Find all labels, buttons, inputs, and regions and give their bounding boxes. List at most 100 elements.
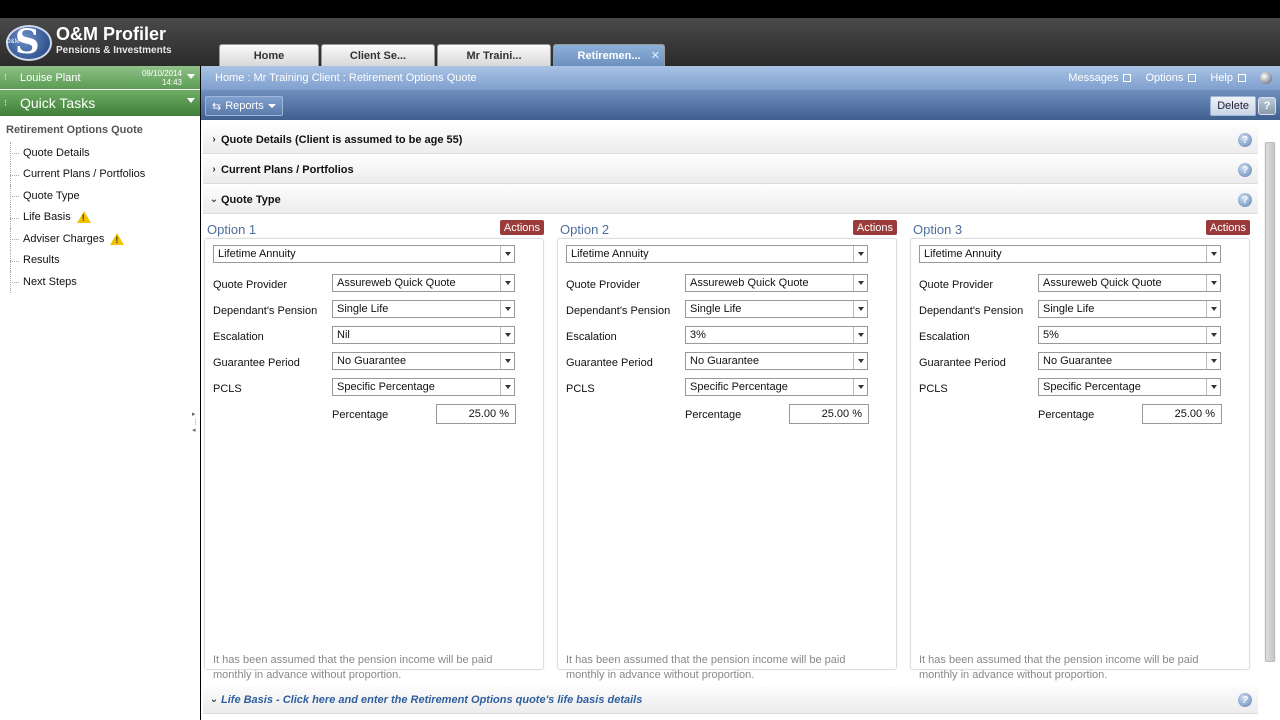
section-quote-type[interactable]: ⌄ Quote Type ? [203,186,1258,214]
section-life-basis[interactable]: ⌄ Life Basis - Click here and enter the … [203,686,1258,714]
tab-bar: Home Client Se... Mr Traini... Retiremen… [219,44,667,66]
assumption-note: It has been assumed that the pension inc… [919,654,1199,681]
escalation-select[interactable]: 3% [685,326,868,344]
options-link[interactable]: Options [1145,72,1197,84]
guarantee-period-label: Guarantee Period [213,357,300,369]
nav-item-next-steps[interactable]: Next Steps [0,271,200,293]
annuity-type-select[interactable]: Lifetime Annuity [919,245,1221,263]
pcls-select[interactable]: Specific Percentage [332,378,515,396]
tab-mr-training[interactable]: Mr Traini... [437,44,551,66]
section-quote-details[interactable]: › Quote Details (Client is assumed to be… [203,126,1258,154]
warning-icon: ! [76,211,91,224]
option-title: Option 1 [207,222,257,237]
nav-item-adviser-charges[interactable]: Adviser Charges ! [0,228,200,250]
annuity-type-select[interactable]: Lifetime Annuity [213,245,515,263]
actions-button[interactable]: Actions [499,220,544,235]
assumption-note: It has been assumed that the pension inc… [213,654,493,681]
assumption-note: It has been assumed that the pension inc… [566,654,846,681]
nav-item-results[interactable]: Results [0,249,200,272]
percentage-input[interactable]: 25.00 % [436,404,516,424]
escalation-label: Escalation [213,331,264,343]
user-name: Louise Plant [20,71,81,84]
guarantee-period-select[interactable]: No Guarantee [685,352,868,370]
nav-title: Retirement Options Quote [6,124,143,136]
guarantee-period-select[interactable]: No Guarantee [1038,352,1221,370]
quote-provider-label: Quote Provider [566,279,640,291]
dependants-pension-label: Dependant's Pension [213,305,318,317]
chevron-down-icon[interactable] [187,98,195,103]
option-title: Option 2 [560,222,610,237]
section-current-plans[interactable]: › Current Plans / Portfolios ? [203,156,1258,184]
nav-list: Quote Details Current Plans / Portfolios… [0,142,200,293]
nav-item-current-plans[interactable]: Current Plans / Portfolios [0,163,200,186]
actions-button[interactable]: Actions [1205,220,1250,235]
quote-provider-select[interactable]: Assureweb Quick Quote [332,274,515,292]
dependants-pension-label: Dependant's Pension [919,305,1024,317]
brand-subtitle: Pensions & Investments [56,45,172,56]
help-link[interactable]: Help [1210,72,1246,84]
tab-client-search[interactable]: Client Se... [321,44,435,66]
nav-item-life-basis[interactable]: Life Basis ! [0,206,200,229]
guarantee-period-select[interactable]: No Guarantee [332,352,515,370]
grip-icon: ⁝ [4,72,7,82]
panel-splitter[interactable]: ▸ ⋮ ◂ [192,410,199,450]
escalation-select[interactable]: 5% [1038,326,1221,344]
main-content: › Quote Details (Client is assumed to be… [201,120,1280,720]
pcls-select[interactable]: Specific Percentage [1038,378,1221,396]
user-datetime: 09/10/2014 14:43 [141,69,182,87]
guarantee-period-label: Guarantee Period [566,357,653,369]
dependants-pension-select[interactable]: Single Life [332,300,515,318]
nav-item-quote-type[interactable]: Quote Type [0,185,200,207]
toolbar: ⇆ Reports Delete ? [201,90,1280,120]
messages-link[interactable]: Messages [1068,72,1132,84]
quick-tasks-label: Quick Tasks [20,95,96,111]
annuity-type-select[interactable]: Lifetime Annuity [566,245,868,263]
option-panel: Lifetime Annuity Quote Provider Assurewe… [557,238,897,681]
brand-title: O&M Profiler [56,24,167,44]
delete-button[interactable]: Delete [1210,96,1256,116]
dependants-pension-select[interactable]: Single Life [1038,300,1221,318]
quote-provider-select[interactable]: Assureweb Quick Quote [1038,274,1221,292]
help-icon[interactable]: ? [1238,693,1252,707]
close-icon[interactable]: ✕ [651,49,660,62]
left-panel: ⁝ Louise Plant 09/10/2014 14:43 ⁝ Quick T… [0,66,200,720]
help-icon[interactable]: ? [1238,133,1252,147]
option-2: Option 2 Actions Lifetime Annuity Quote … [557,220,897,681]
quote-provider-label: Quote Provider [919,279,993,291]
nav-item-quote-details[interactable]: Quote Details [0,142,200,164]
quick-tasks-bar[interactable]: ⁝ Quick Tasks [0,90,200,116]
tab-retirement-label: Retiremen... [577,49,641,62]
reports-button[interactable]: ⇆ Reports [205,96,283,116]
globe-icon[interactable] [1260,72,1272,84]
chevron-down-icon[interactable] [187,74,195,79]
scrollbar-thumb[interactable] [1265,142,1275,662]
actions-button[interactable]: Actions [852,220,897,235]
help-icon[interactable]: ? [1238,163,1252,177]
pcls-label: PCLS [213,383,242,395]
percentage-input[interactable]: 25.00 % [789,404,869,424]
percentage-input[interactable]: 25.00 % [1142,404,1222,424]
option-title: Option 3 [913,222,963,237]
help-icon[interactable]: ? [1258,97,1276,115]
vertical-scrollbar[interactable] [1264,142,1276,662]
dependants-pension-select[interactable]: Single Life [685,300,868,318]
pcls-select[interactable]: Specific Percentage [685,378,868,396]
option-1: Option 1 Actions Lifetime Annuity Quote … [204,220,544,681]
quote-provider-select[interactable]: Assureweb Quick Quote [685,274,868,292]
chevron-down-icon: ⌄ [209,194,219,205]
chevron-down-icon: ⌄ [209,694,219,705]
warning-icon: ! [110,232,125,245]
tab-home[interactable]: Home [219,44,319,66]
quote-provider-label: Quote Provider [213,279,287,291]
escalation-select[interactable]: Nil [332,326,515,344]
app-header: S O&M O&M Profiler Pensions & Investment… [0,18,1280,66]
grip-icon: ⁝ [4,97,7,108]
pcls-label: PCLS [919,383,948,395]
escalation-label: Escalation [566,331,617,343]
help-icon[interactable]: ? [1238,193,1252,207]
option-3: Option 3 Actions Lifetime Annuity Quote … [910,220,1250,681]
user-bar[interactable]: ⁝ Louise Plant 09/10/2014 14:43 [0,66,200,90]
tab-retirement[interactable]: Retiremen... ✕ [553,44,665,66]
percentage-label: Percentage [1038,409,1095,421]
option-panel: Lifetime Annuity Quote Provider Assurewe… [910,238,1250,681]
